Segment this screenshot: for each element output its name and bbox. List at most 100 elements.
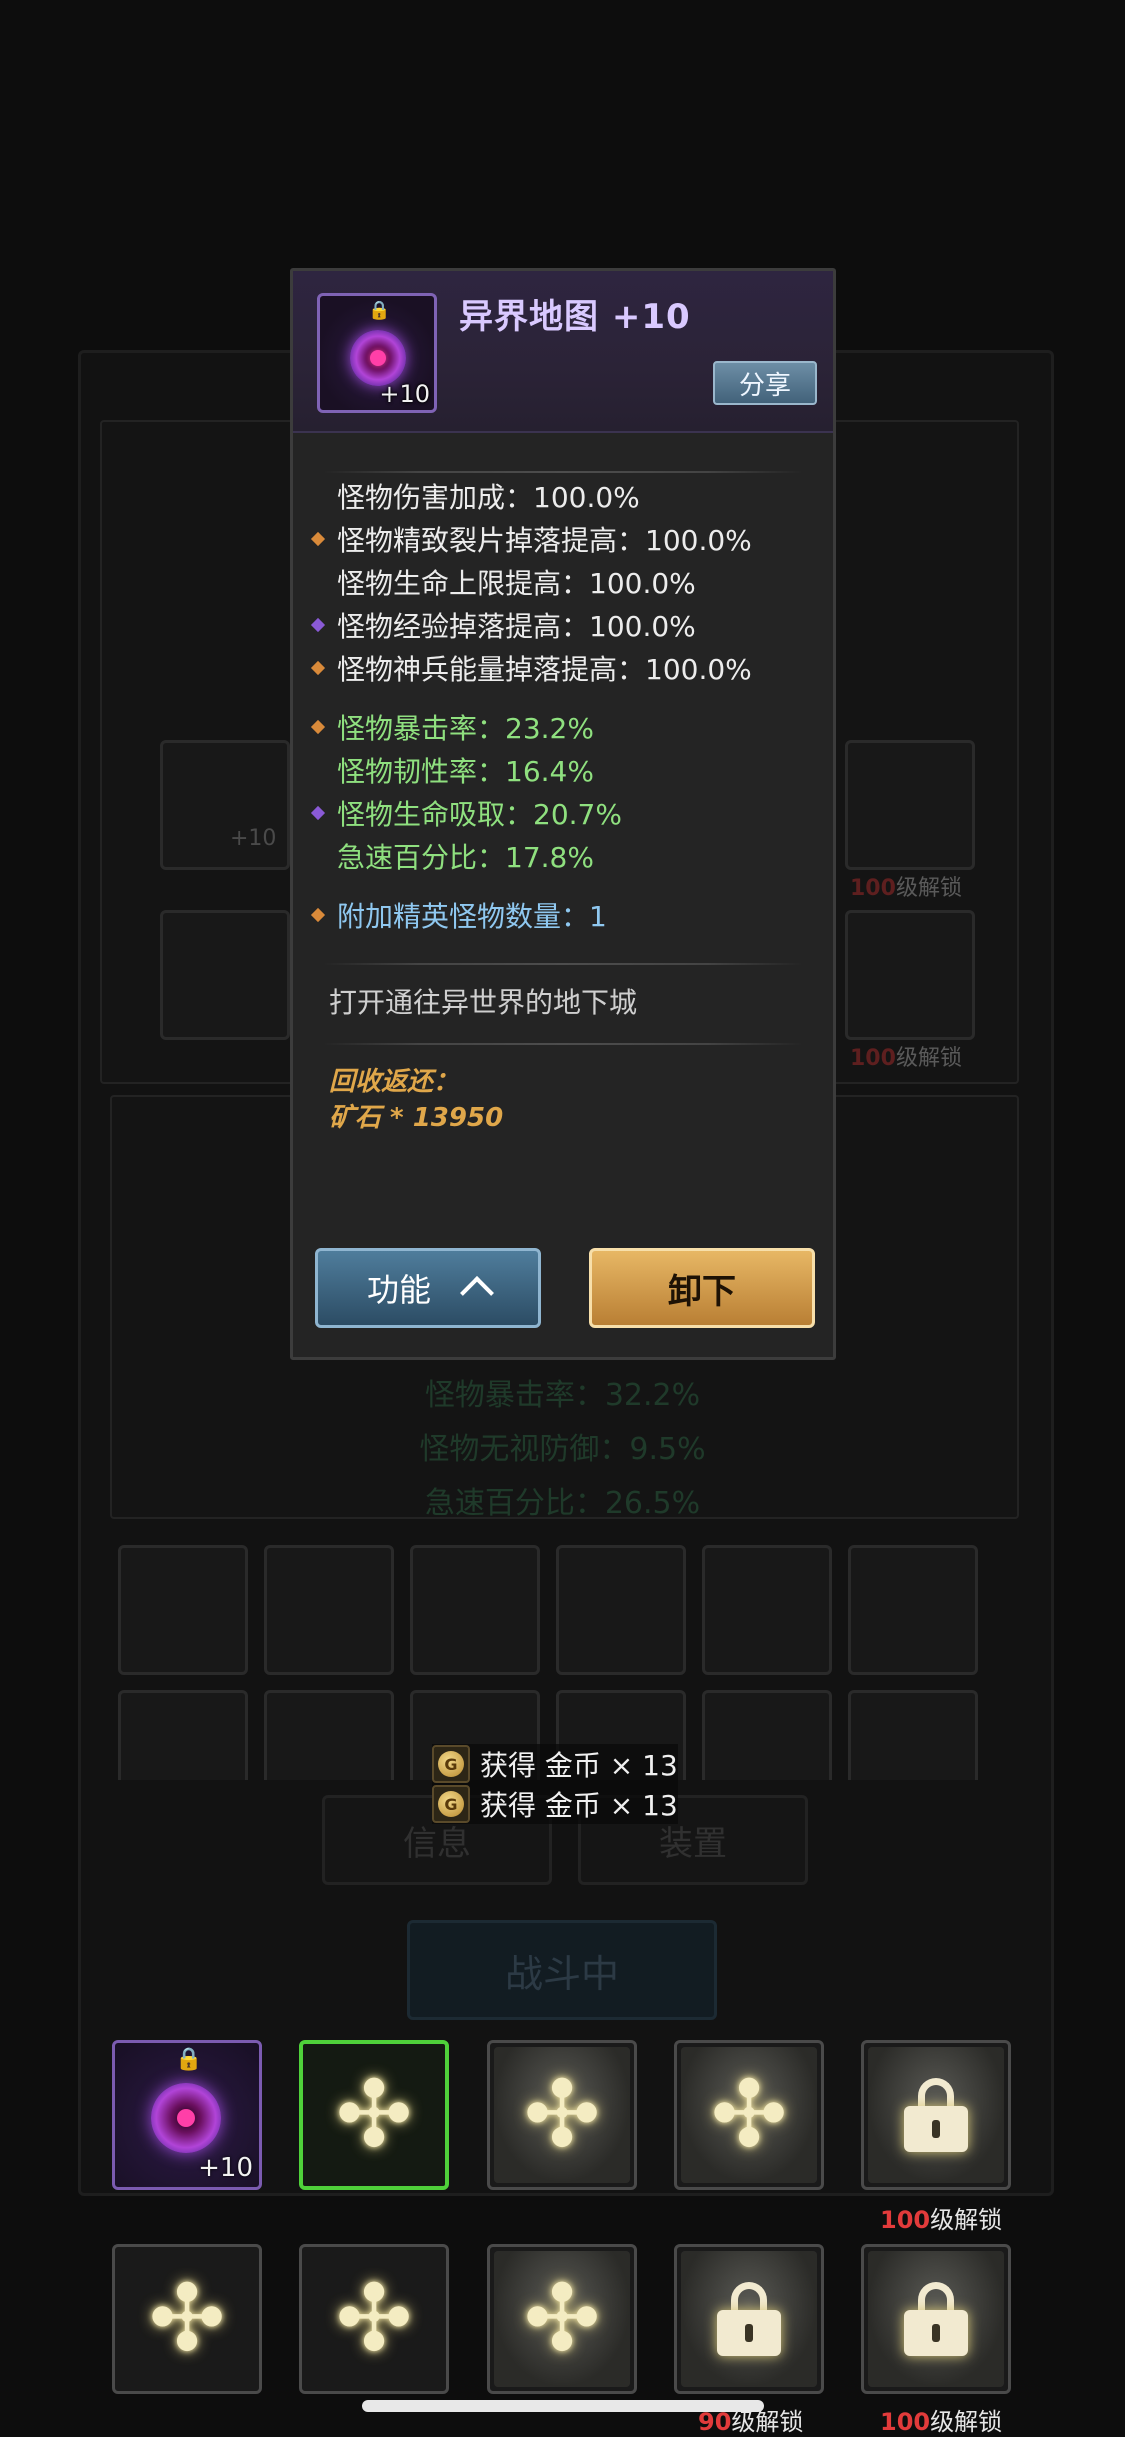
stat-text: 怪物经验掉落提高：100.0% (337, 610, 696, 643)
cross-icon: ✣ (523, 2061, 601, 2168)
stat-row: 怪物经验掉落提高：100.0% (310, 605, 813, 645)
stat-marker (311, 763, 325, 777)
divider (323, 471, 803, 473)
bg-stat-list: 怪物暴击率：32.2% 怪物无视防御：9.5% 急速百分比：26.5% (110, 1370, 1015, 1522)
cross-icon: ✣ (148, 2265, 226, 2372)
reward-toast: G 获得 金币 × 13 (432, 1744, 678, 1784)
cross-icon: ✣ (335, 2061, 413, 2168)
unequip-button[interactable]: 卸下 (589, 1248, 815, 1328)
lock-icon: 🔒 (175, 2047, 203, 2072)
item-detail-popup: 🔒 +10 异界地图 +10 分享 怪物伤害加成：100.0% 怪物精致裂片掉落… (290, 268, 836, 1360)
stat-marker (310, 531, 326, 547)
stat-row: 怪物韧性率：16.4% (313, 750, 813, 790)
stat-row: 怪物伤害加成：100.0% (313, 476, 813, 516)
stat-row: 怪物暴击率：23.2% (310, 707, 813, 747)
statue-image: ✣ (494, 2251, 630, 2387)
bg-stat: 怪物暴击率：32.2% (424, 1378, 701, 1413)
stat-text: 怪物神兵能量掉落提高：100.0% (337, 653, 752, 686)
bg-inventory-slot[interactable] (118, 1690, 248, 1780)
share-button[interactable]: 分享 (713, 361, 817, 405)
toast-text: 获得 金币 × 13 (480, 1749, 678, 1782)
stat-text: 怪物暴击率：23.2% (337, 712, 594, 745)
portal-core (177, 2109, 195, 2127)
stat-row: 怪物神兵能量掉落提高：100.0% (310, 648, 813, 688)
padlock-icon (717, 2282, 781, 2356)
stat-marker (311, 849, 325, 863)
recycle-title: 回收返还： (329, 1067, 460, 1097)
function-button[interactable]: 功能 (315, 1248, 541, 1328)
statue-image: ✣ (681, 2047, 817, 2183)
bg-locked-slot (845, 910, 975, 1040)
divider (323, 1043, 803, 1045)
stat-marker (310, 660, 326, 676)
equip-slot-empty[interactable]: ✣ (112, 2244, 262, 2394)
stat-row: 附加精英怪物数量：1 (310, 895, 813, 935)
bg-inventory-slot[interactable] (264, 1690, 394, 1780)
lock-icon: 🔒 (368, 300, 391, 321)
equip-slot-empty[interactable]: ✣ (674, 2040, 824, 2190)
padlock-icon (904, 2078, 968, 2152)
function-label: 功能 (366, 1271, 431, 1309)
stat-marker (311, 489, 325, 503)
enhance-level-badge: +10 (198, 2153, 253, 2183)
equip-slot-empty[interactable]: ✣ (487, 2040, 637, 2190)
bg-locked-slot (845, 740, 975, 870)
equip-slot-locked[interactable] (674, 2244, 824, 2394)
popup-header: 🔒 +10 异界地图 +10 分享 (293, 271, 833, 433)
stat-row: 怪物生命吸取：20.7% (310, 793, 813, 833)
stat-text: 怪物生命吸取：20.7% (337, 798, 622, 831)
bg-inventory-slot[interactable] (702, 1545, 832, 1675)
stat-text: 怪物伤害加成：100.0% (337, 481, 640, 514)
equip-slot-empty[interactable]: ✣ (487, 2244, 637, 2394)
unlock-level-label: 100级解锁 (880, 2408, 1003, 2436)
reward-toast: G 获得 金币 × 13 (432, 1784, 678, 1824)
unlock-level-label: 100级解锁 (880, 2206, 1003, 2234)
home-indicator[interactable] (362, 2400, 764, 2412)
bg-inventory-slot[interactable] (118, 1545, 248, 1675)
stat-marker (310, 719, 326, 735)
portal-core (370, 350, 386, 366)
bg-inventory-slot[interactable] (410, 1545, 540, 1675)
statue-image: ✣ (494, 2047, 630, 2183)
stat-text: 怪物生命上限提高：100.0% (337, 567, 696, 600)
bg-unlock-label: 100级解锁 (850, 1046, 962, 1071)
equip-slot-locked[interactable] (861, 2244, 1011, 2394)
stat-text: 附加精英怪物数量：1 (337, 900, 607, 933)
bg-inventory-slot[interactable] (556, 1545, 686, 1675)
item-title: 异界地图 +10 (459, 297, 691, 337)
bg-unlock-label: 100级解锁 (850, 876, 962, 901)
battle-status-button[interactable]: 战斗中 (407, 1920, 717, 2020)
item-icon: 🔒 +10 (317, 293, 437, 413)
stat-text: 怪物韧性率：16.4% (337, 755, 594, 788)
stat-row: 怪物生命上限提高：100.0% (313, 562, 813, 602)
bg-inventory-row (118, 1545, 998, 1675)
bg-stat: 怪物无视防御：9.5% (419, 1432, 706, 1467)
item-description: 打开通往异世界的地下城 (329, 986, 638, 1019)
stat-row: 怪物精致裂片掉落提高：100.0% (310, 519, 813, 559)
bg-inventory-slot[interactable] (702, 1690, 832, 1780)
equip-slot-empty-selected[interactable]: ✣ (299, 2040, 449, 2190)
chevron-up-icon (460, 1276, 494, 1310)
bg-inventory-slot[interactable] (264, 1545, 394, 1675)
bg-empty-slot (160, 910, 290, 1040)
cross-icon: ✣ (335, 2265, 413, 2372)
stat-marker (311, 575, 325, 589)
stat-text: 急速百分比：17.8% (337, 841, 594, 874)
bg-item-plus: +10 (230, 826, 277, 851)
cross-icon: ✣ (523, 2265, 601, 2372)
cross-icon: ✣ (710, 2061, 788, 2168)
bg-inventory-slot[interactable] (848, 1545, 978, 1675)
bg-inventory-slot[interactable] (848, 1690, 978, 1780)
equip-slot-locked[interactable] (861, 2040, 1011, 2190)
toast-text: 获得 金币 × 13 (480, 1789, 678, 1822)
equip-slot-map[interactable]: 🔒 +10 (112, 2040, 262, 2190)
recycle-value: 矿石 * 13950 (329, 1103, 504, 1133)
equip-slot-empty[interactable]: ✣ (299, 2244, 449, 2394)
stat-row: 急速百分比：17.8% (313, 836, 813, 876)
divider (323, 963, 803, 965)
statue-image (681, 2251, 817, 2387)
padlock-icon (904, 2282, 968, 2356)
stat-text: 怪物精致裂片掉落提高：100.0% (337, 524, 752, 557)
gold-coin-icon: G (432, 1785, 470, 1823)
stat-marker (310, 805, 326, 821)
